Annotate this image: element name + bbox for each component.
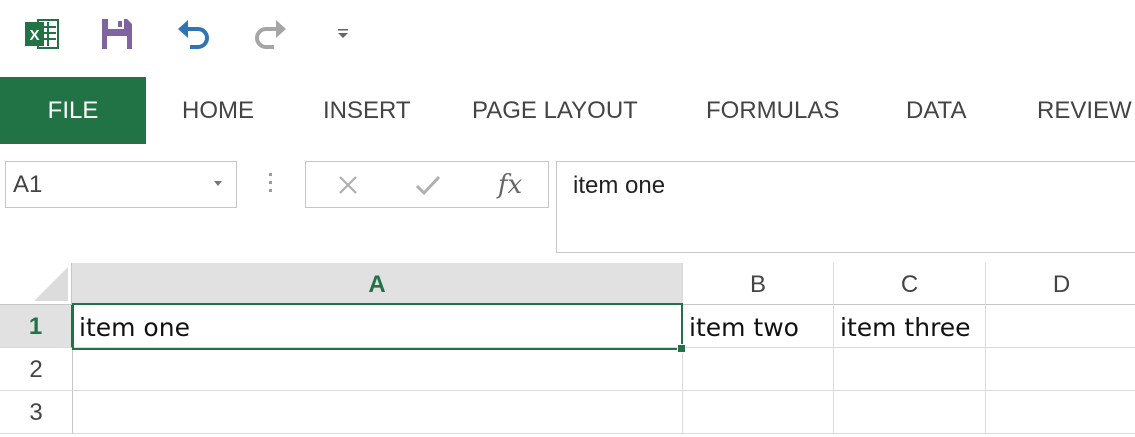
row-header-1[interactable]: 1 [0,305,73,348]
column-header-b[interactable]: B [683,263,834,305]
cell-b3[interactable] [683,391,834,434]
undo-icon[interactable] [174,14,214,54]
cell-c3[interactable] [834,391,986,434]
cell-d1[interactable] [986,305,1135,348]
cell-a2[interactable] [73,348,683,391]
formula-input[interactable]: item one [556,161,1135,253]
tab-review[interactable]: REVIEW [1037,77,1132,144]
excel-logo-icon[interactable]: X [22,14,62,54]
enter-check-icon[interactable] [408,162,448,208]
name-box[interactable]: A1 [5,161,237,208]
formula-bar-grip-icon[interactable] [267,173,273,197]
name-box-value: A1 [13,171,43,198]
cell-d2[interactable] [986,348,1135,391]
cell-a1[interactable]: item one [73,305,683,348]
cell-a3[interactable] [73,391,683,434]
select-all-button[interactable] [0,263,72,305]
row-header-2[interactable]: 2 [0,348,73,391]
tab-insert[interactable]: INSERT [323,77,411,144]
svg-text:X: X [29,27,39,44]
cancel-icon[interactable] [328,162,368,208]
name-box-dropdown-icon[interactable] [214,181,222,186]
column-header-c[interactable]: C [834,263,986,305]
formula-bar-buttons: fx [305,161,549,208]
worksheet-grid: A B C D 1 2 3 item one item two item thr… [0,263,1135,437]
select-all-triangle-icon [34,267,68,301]
insert-function-button[interactable]: fx [486,162,534,208]
fx-label: fx [497,170,523,200]
save-icon[interactable] [97,14,137,54]
tab-data[interactable]: DATA [906,77,966,144]
column-header-a[interactable]: A [72,263,683,305]
cell-b1[interactable]: item two [683,305,834,348]
row-header-3[interactable]: 3 [0,391,73,434]
fill-handle[interactable] [677,344,686,353]
cell-d3[interactable] [986,391,1135,434]
formula-value: item one [573,172,666,199]
tab-home[interactable]: HOME [182,77,254,144]
column-header-d[interactable]: D [986,263,1135,305]
tab-file[interactable]: FILE [0,77,146,144]
tab-page-layout[interactable]: PAGE LAYOUT [472,77,638,144]
cell-c1[interactable]: item three [834,305,986,348]
quick-access-toolbar: X [0,0,1135,76]
customize-dropdown-icon[interactable] [323,14,363,54]
cell-b2[interactable] [683,348,834,391]
tab-formulas[interactable]: FORMULAS [706,77,839,144]
ribbon-tabs: FILE HOME INSERT PAGE LAYOUT FORMULAS DA… [0,77,1135,144]
redo-icon[interactable] [250,14,290,54]
cell-c2[interactable] [834,348,986,391]
